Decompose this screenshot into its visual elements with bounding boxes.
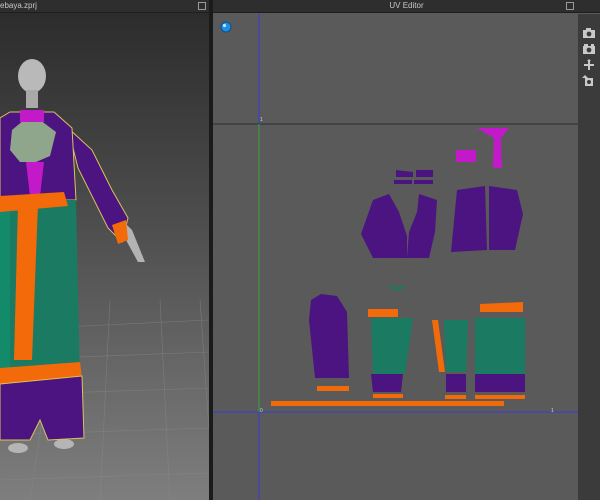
camera-settings-icon[interactable] — [582, 42, 596, 54]
move-arrows-alt-icon[interactable] — [582, 74, 596, 86]
kebaya-garment — [0, 110, 129, 441]
side-skirt-panel — [444, 320, 468, 372]
uv-v-max-tick: 1 — [260, 117, 263, 123]
uv-u-max-tick: 1 — [551, 408, 554, 414]
front-bodice-left — [361, 194, 407, 258]
uv-toolstrip — [578, 14, 600, 500]
3d-viewport[interactable]: ebaya.zprj — [0, 0, 209, 500]
viewport-scene — [0, 59, 209, 500]
back-bodice-left — [451, 186, 487, 252]
front-skirt-panel — [371, 318, 413, 374]
waistband-front — [368, 309, 398, 317]
back-bodice-right — [489, 186, 523, 250]
collar-band-piece — [456, 150, 476, 162]
uv-origin-tick: 0 — [260, 408, 263, 414]
collar-piece — [477, 128, 509, 168]
waistband-back — [480, 302, 523, 312]
sleeve-piece — [309, 294, 349, 378]
camera-capture-icon[interactable] — [582, 26, 596, 38]
uv-canvas[interactable]: 0 1 1 — [213, 0, 600, 500]
move-arrows-icon[interactable] — [582, 58, 596, 70]
sphere-icon — [220, 21, 232, 33]
uv-editor-panel[interactable]: UV Editor 0 1 1 — [213, 0, 600, 500]
hem-strip — [271, 401, 504, 406]
front-bodice-right — [407, 194, 437, 258]
back-skirt-panel — [475, 318, 525, 374]
uv-pattern-pieces — [271, 128, 525, 406]
